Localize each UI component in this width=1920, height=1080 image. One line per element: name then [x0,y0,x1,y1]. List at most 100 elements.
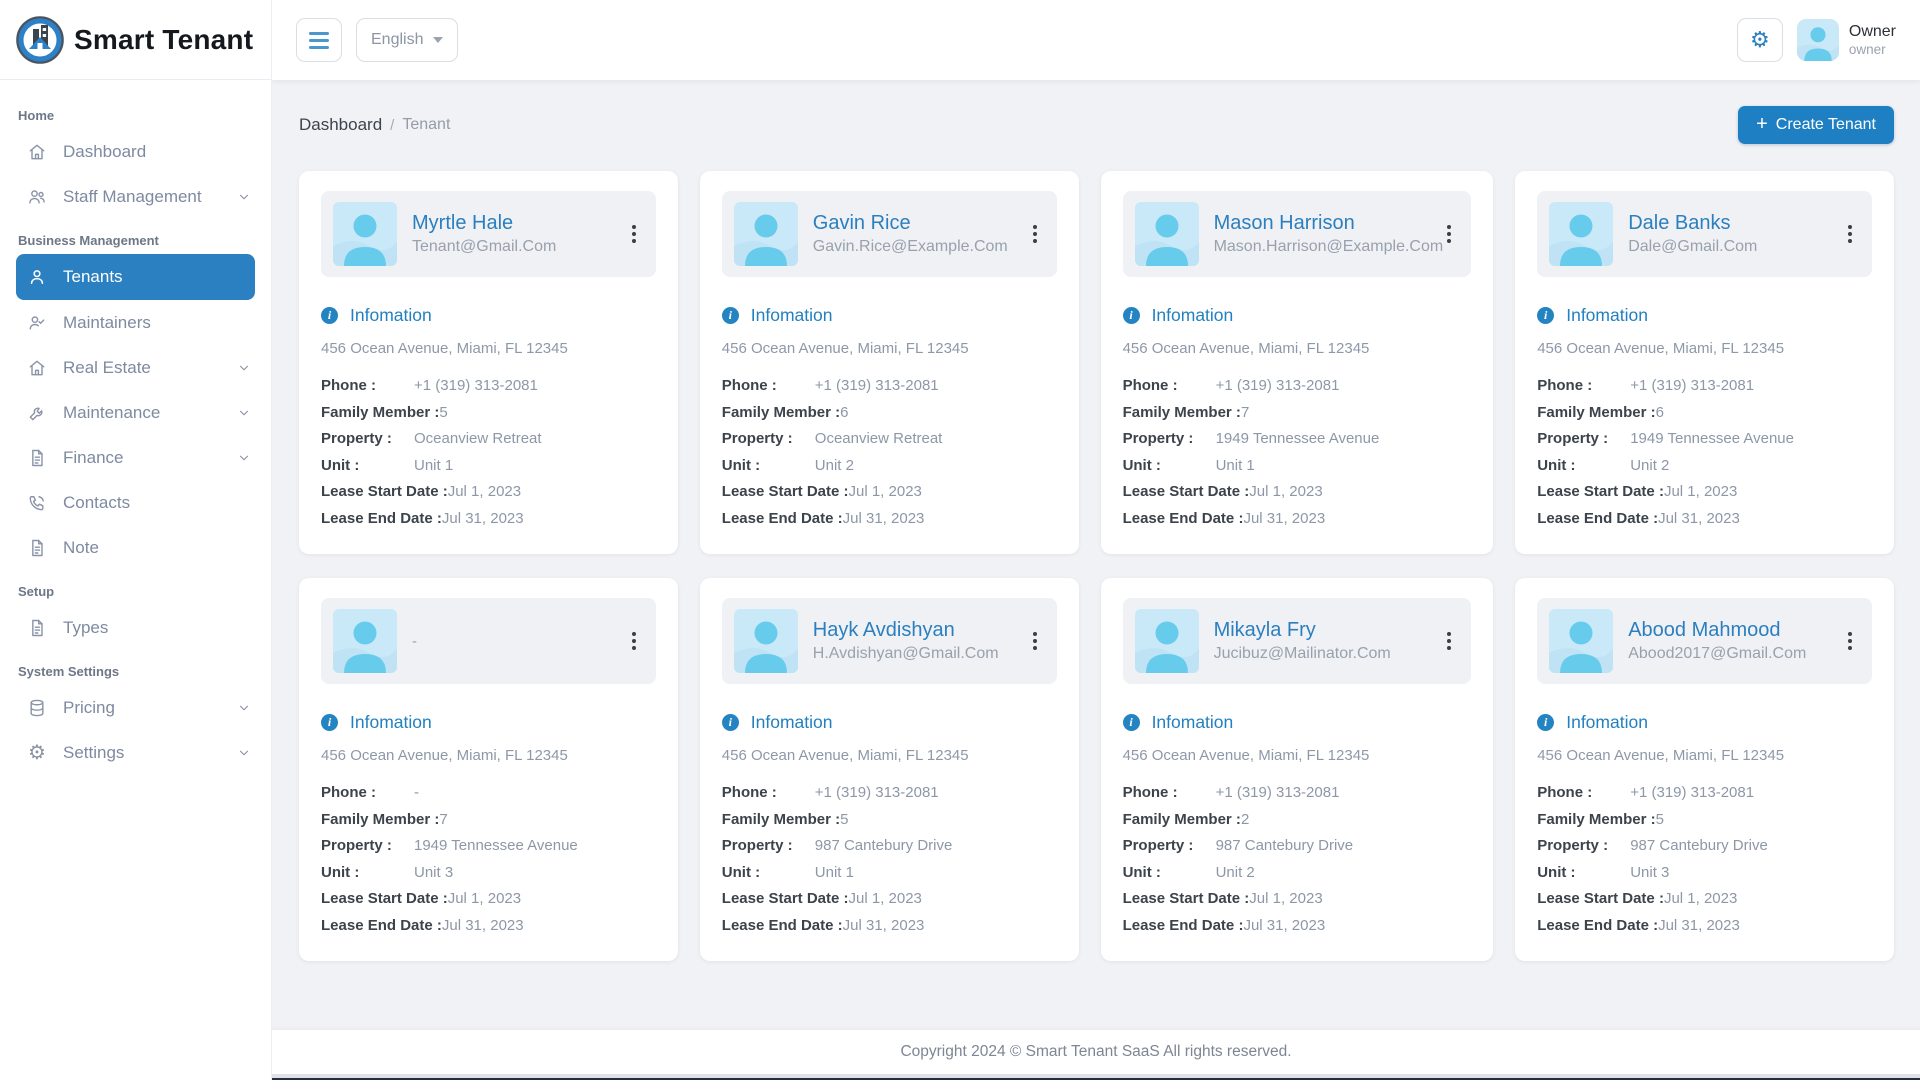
detail-label: Lease End Date : [1123,506,1244,533]
tenant-card-header: - [321,598,656,684]
gear-icon: ⚙ [1750,27,1770,53]
detail-row-family-member: Family Member : 5 [321,400,656,427]
detail-value: Unit 1 [414,453,453,480]
tenant-details: Phone : - Family Member : 7 Property : 1… [321,780,656,939]
detail-row-lease-end: Lease End Date : Jul 31, 2023 [1537,506,1872,533]
sidebar-item-label: Real Estate [63,358,151,378]
detail-value: 1949 Tennessee Avenue [1630,426,1794,453]
card-menu-button[interactable] [1443,626,1455,656]
info-icon: i [722,714,739,731]
detail-label: Lease End Date : [722,913,843,940]
database-icon [26,697,48,719]
nav-section-setup: Setup [0,570,271,605]
sidebar-item-tenants[interactable]: Tenants [16,254,255,300]
tenant-name-link[interactable]: Hayk Avdishyan [813,619,999,642]
tenant-name-link[interactable]: Myrtle Hale [412,212,556,235]
create-tenant-button[interactable]: + Create Tenant [1738,106,1894,144]
detail-value: Unit 2 [1216,860,1255,887]
detail-value: 987 Cantebury Drive [815,833,953,860]
sidebar-item-finance[interactable]: Finance [0,435,271,480]
chevron-down-icon [237,190,251,204]
detail-value: Jul 1, 2023 [1664,886,1737,913]
detail-label: Property : [1537,833,1630,860]
tenant-address: 456 Ocean Avenue, Miami, FL 12345 [1537,340,1872,357]
info-section-label: Infomation [751,305,833,326]
sidebar-item-label: Tenants [63,267,123,287]
sidebar-item-maintenance[interactable]: Maintenance [0,390,271,435]
user-menu[interactable]: Owner owner [1797,19,1896,61]
avatar [1549,202,1613,266]
card-menu-button[interactable] [1443,219,1455,249]
detail-label: Family Member : [1123,807,1241,834]
tenant-card: Hayk Avdishyan H.Avdishyan@Gmail.Com i I… [700,578,1079,961]
breadcrumb-dashboard[interactable]: Dashboard [299,115,382,135]
detail-label: Phone : [1537,373,1630,400]
tenant-name-link[interactable]: Gavin Rice [813,212,1008,235]
kebab-icon [1033,632,1037,650]
card-menu-button[interactable] [1029,626,1041,656]
detail-row-phone: Phone : +1 (319) 313-2081 [1537,373,1872,400]
info-section-label: Infomation [1566,712,1648,733]
detail-row-unit: Unit : Unit 3 [1537,860,1872,887]
detail-value: Jul 31, 2023 [843,913,925,940]
footer-copyright: Copyright 2024 © Smart Tenant SaaS All r… [900,1043,1291,1061]
sidebar-item-note[interactable]: Note [0,525,271,570]
detail-label: Phone : [1537,780,1630,807]
detail-label: Lease Start Date : [1123,479,1250,506]
tenant-address: 456 Ocean Avenue, Miami, FL 12345 [1123,340,1472,357]
sidebar-toggle-button[interactable] [296,18,342,62]
card-menu-button[interactable] [628,626,640,656]
tenant-name-link[interactable]: Mikayla Fry [1214,619,1391,642]
sidebar-item-types[interactable]: Types [0,605,271,650]
detail-row-lease-end: Lease End Date : Jul 31, 2023 [321,913,656,940]
card-menu-button[interactable] [1844,219,1856,249]
sidebar-item-contacts[interactable]: Contacts [0,480,271,525]
tenant-name-link[interactable]: Mason Harrison [1214,212,1444,235]
chevron-down-icon [237,361,251,375]
detail-value: Unit 1 [1216,453,1255,480]
sidebar-item-real-estate[interactable]: Real Estate [0,345,271,390]
tenant-name-link[interactable]: Dale Banks [1628,212,1757,235]
info-icon: i [722,307,739,324]
settings-button[interactable]: ⚙ [1737,18,1783,62]
tenant-address: 456 Ocean Avenue, Miami, FL 12345 [722,747,1057,764]
tenant-name-link[interactable]: Abood Mahmood [1628,619,1806,642]
breadcrumb-current: Tenant [402,116,450,134]
detail-label: Property : [1537,426,1630,453]
content-area: Dashboard / Tenant + Create Tenant Myrtl… [272,80,1920,1030]
detail-label: Family Member : [1537,807,1655,834]
sidebar-item-staff-management[interactable]: Staff Management [0,174,271,219]
tenant-card: Abood Mahmood Abood2017@Gmail.Com i Info… [1515,578,1894,961]
card-menu-button[interactable] [628,219,640,249]
detail-label: Phone : [722,780,815,807]
tenant-email: Dale@Gmail.Com [1628,238,1757,256]
language-select[interactable]: English [356,18,458,62]
document-icon [26,617,48,639]
tenant-details: Phone : +1 (319) 313-2081 Family Member … [1123,780,1472,939]
footer: Copyright 2024 © Smart Tenant SaaS All r… [272,1030,1920,1074]
sidebar-item-maintainers[interactable]: Maintainers [0,300,271,345]
tenant-email: Gavin.Rice@Example.Com [813,238,1008,256]
user-name: Owner [1849,22,1896,41]
info-icon: i [321,714,338,731]
sidebar-item-pricing[interactable]: Pricing [0,685,271,730]
detail-row-phone: Phone : +1 (319) 313-2081 [321,373,656,400]
brand[interactable]: Smart Tenant [0,0,271,80]
detail-label: Lease Start Date : [1537,479,1664,506]
detail-row-family-member: Family Member : 6 [722,400,1057,427]
detail-label: Lease Start Date : [321,479,448,506]
card-menu-button[interactable] [1029,219,1041,249]
card-menu-button[interactable] [1844,626,1856,656]
sidebar-item-settings[interactable]: ⚙ Settings [0,730,271,775]
info-section-label: Infomation [751,712,833,733]
detail-label: Unit : [321,860,414,887]
detail-value: Oceanview Retreat [414,426,542,453]
detail-value: Jul 31, 2023 [1243,913,1325,940]
sidebar-item-dashboard[interactable]: Dashboard [0,129,271,174]
tenant-card-header: Gavin Rice Gavin.Rice@Example.Com [722,191,1057,277]
tenant-email: Jucibuz@Mailinator.Com [1214,645,1391,663]
detail-row-property: Property : 1949 Tennessee Avenue [1123,426,1472,453]
detail-label: Phone : [722,373,815,400]
detail-label: Lease End Date : [321,506,442,533]
tenant-card-header: Dale Banks Dale@Gmail.Com [1537,191,1872,277]
